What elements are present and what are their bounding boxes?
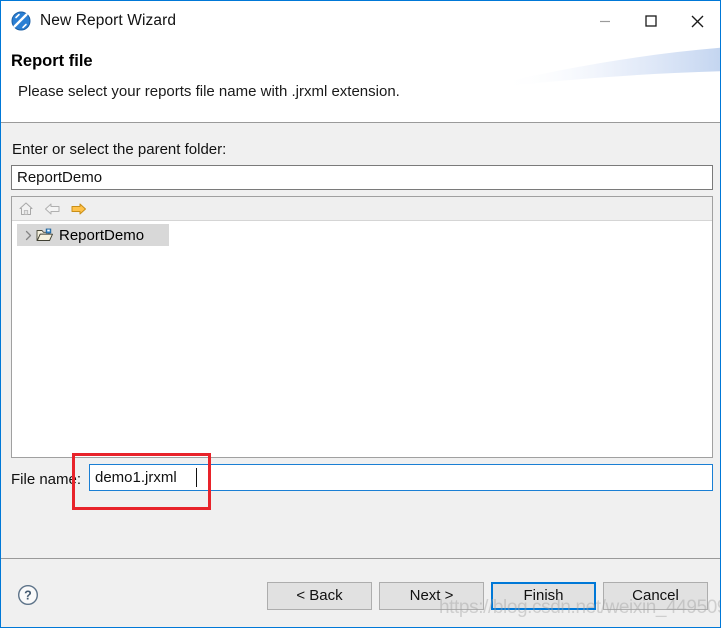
svg-text:?: ? xyxy=(24,589,32,603)
new-report-wizard-dialog: New Report Wizard xyxy=(0,0,721,628)
dialog-footer: ? < Back Next > Finish Cancel xyxy=(1,559,720,627)
tree-toolbar xyxy=(12,197,712,221)
tree-item-reportdemo[interactable]: ReportDemo xyxy=(17,224,169,246)
folder-tree[interactable]: ReportDemo xyxy=(12,221,712,457)
page-title: Report file xyxy=(11,52,93,71)
minimize-button[interactable] xyxy=(582,1,628,41)
help-circle-icon[interactable]: ? xyxy=(17,584,39,606)
wizard-header: Report file Please select your reports f… xyxy=(1,41,720,123)
open-folder-icon xyxy=(36,227,54,243)
file-name-label: File name: xyxy=(11,471,81,488)
home-icon[interactable] xyxy=(17,200,35,218)
next-button[interactable]: Next > xyxy=(379,582,484,610)
tree-item-label: ReportDemo xyxy=(59,227,144,244)
window-controls xyxy=(582,1,720,41)
back-button[interactable]: < Back xyxy=(267,582,372,610)
window-title: New Report Wizard xyxy=(40,12,176,30)
header-decoration-swoosh xyxy=(500,41,720,99)
text-cursor xyxy=(196,468,197,487)
finish-button[interactable]: Finish xyxy=(491,582,596,610)
back-arrow-icon[interactable] xyxy=(43,200,61,218)
jasperreports-logo-icon xyxy=(11,11,31,31)
parent-folder-label: Enter or select the parent folder: xyxy=(12,141,226,158)
parent-folder-input[interactable] xyxy=(11,165,713,190)
dialog-button-row: < Back Next > Finish Cancel xyxy=(267,582,708,610)
forward-arrow-icon[interactable] xyxy=(69,200,87,218)
folder-tree-panel: ReportDemo xyxy=(11,196,713,458)
close-button[interactable] xyxy=(674,1,720,41)
title-bar: New Report Wizard xyxy=(1,1,720,41)
chevron-right-icon[interactable] xyxy=(20,230,36,241)
page-description: Please select your reports file name wit… xyxy=(18,83,400,100)
file-name-input[interactable] xyxy=(89,464,713,491)
dialog-body: Enter or select the parent folder: xyxy=(1,123,720,558)
maximize-button[interactable] xyxy=(628,1,674,41)
cancel-button[interactable]: Cancel xyxy=(603,582,708,610)
